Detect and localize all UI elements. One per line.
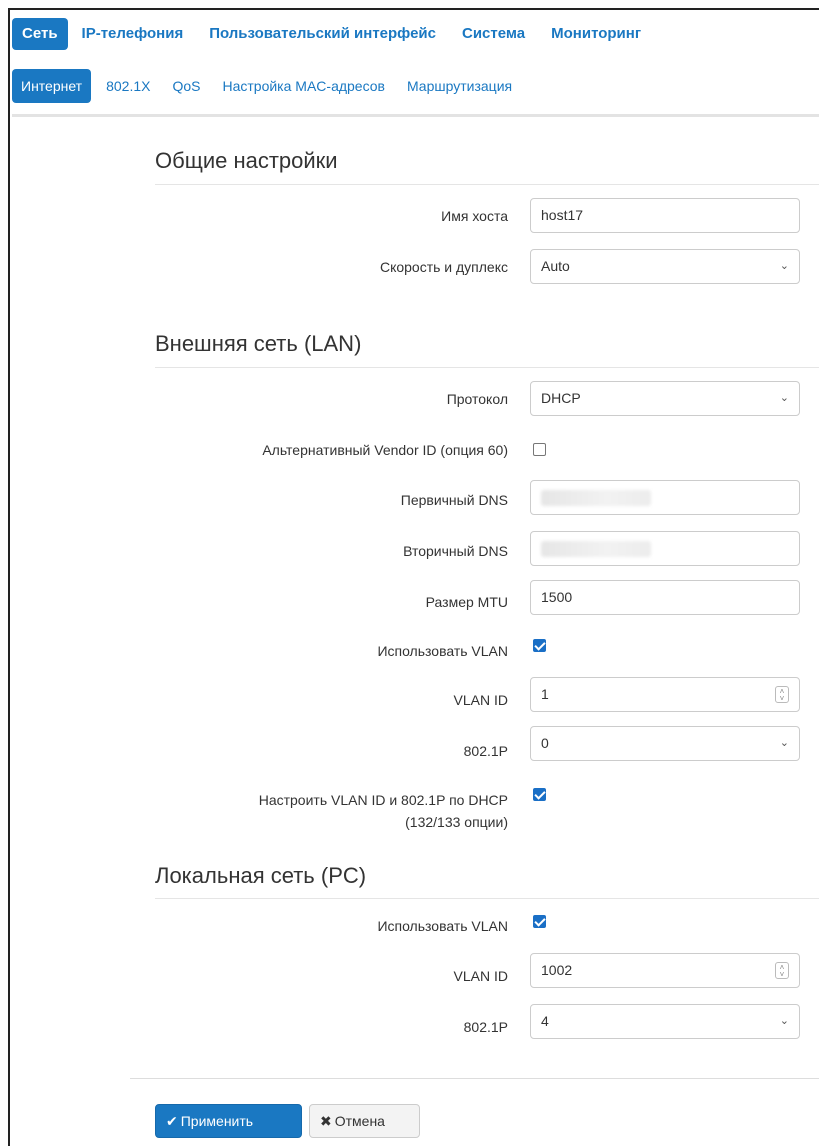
- speed-duplex-value: Auto: [541, 258, 570, 274]
- section-divider: [155, 184, 819, 185]
- tab-8021x[interactable]: 802.1X: [97, 69, 159, 103]
- secondary-dns-label: Вторичный DNS: [403, 543, 508, 559]
- wan-8021p-select[interactable]: 0 ⌄: [530, 726, 800, 761]
- lan-8021p-label: 802.1P: [463, 1019, 508, 1035]
- lan-vlan-label: Использовать VLAN: [377, 918, 508, 934]
- redacted-value: [541, 490, 651, 506]
- wan-vlan-id-input[interactable]: 1 ˄ ˅: [530, 677, 800, 712]
- mtu-value: 1500: [541, 589, 573, 605]
- lan-vlan-id-label: VLAN ID: [453, 968, 508, 984]
- apply-button[interactable]: ✔ Применить: [155, 1104, 302, 1138]
- lan-vlan-id-input[interactable]: 1002 ˄ ˅: [530, 953, 800, 988]
- tab-qos[interactable]: QoS: [163, 69, 209, 103]
- nav-system[interactable]: Система: [452, 18, 535, 50]
- vendor-id-checkbox[interactable]: [533, 443, 546, 456]
- spinner-icon[interactable]: ˄ ˅: [775, 686, 789, 703]
- subnav-divider: [12, 114, 819, 117]
- hostname-value: host17: [541, 207, 584, 223]
- speed-duplex-select[interactable]: Auto ⌄: [530, 249, 800, 284]
- spinner-icon[interactable]: ˄ ˅: [775, 962, 789, 979]
- tab-internet[interactable]: Интернет: [12, 69, 92, 103]
- lan-8021p-select[interactable]: 4 ⌄: [530, 1004, 800, 1039]
- lan-vlan-id-value: 1002: [541, 962, 573, 978]
- section-title-lan: Локальная сеть (PC): [155, 863, 367, 888]
- dhcp-vlan-label-line2: (132/133 опции): [405, 814, 508, 830]
- hostname-input[interactable]: host17: [530, 198, 800, 233]
- protocol-label: Протокол: [446, 391, 508, 407]
- protocol-select[interactable]: DHCP ⌄: [530, 381, 800, 416]
- section-title-general: Общие настройки: [155, 148, 338, 173]
- mtu-label: Размер MTU: [425, 594, 508, 610]
- chevron-down-icon: ⌄: [779, 737, 789, 749]
- nav-ip-telephony[interactable]: IP-телефония: [72, 18, 194, 50]
- speed-duplex-label: Скорость и дуплекс: [379, 259, 508, 275]
- primary-dns-label: Первичный DNS: [400, 492, 508, 508]
- cancel-label: Отмена: [334, 1113, 385, 1129]
- page-frame: Сеть IP-телефония Пользовательский интер…: [8, 8, 819, 1146]
- nav-monitoring[interactable]: Мониторинг: [541, 18, 651, 50]
- mtu-input[interactable]: 1500: [530, 580, 800, 615]
- hostname-label: Имя хоста: [441, 208, 508, 224]
- wan-vlan-id-label: VLAN ID: [453, 692, 508, 708]
- vendor-id-label: Альтернативный Vendor ID (опция 60): [262, 442, 508, 458]
- wan-8021p-value: 0: [541, 735, 549, 751]
- top-navigation: Сеть IP-телефония Пользовательский интер…: [12, 18, 819, 50]
- chevron-down-icon: ⌄: [779, 1015, 789, 1027]
- section-title-wan: Внешняя сеть (LAN): [155, 331, 362, 356]
- chevron-down-icon: ⌄: [779, 260, 789, 272]
- cancel-button[interactable]: ✖ Отмена: [309, 1104, 420, 1138]
- wan-vlan-label: Использовать VLAN: [377, 643, 508, 659]
- apply-label: Применить: [180, 1113, 254, 1129]
- dhcp-vlan-checkbox[interactable]: [533, 788, 546, 801]
- chevron-down-icon: ⌄: [779, 392, 789, 404]
- secondary-dns-input[interactable]: [530, 531, 800, 566]
- footer-divider: [130, 1078, 819, 1079]
- nav-network[interactable]: Сеть: [12, 18, 68, 50]
- redacted-value: [541, 541, 651, 557]
- wan-vlan-checkbox[interactable]: [533, 639, 546, 652]
- nav-user-interface[interactable]: Пользовательский интерфейс: [199, 18, 446, 50]
- section-divider: [155, 898, 819, 899]
- dhcp-vlan-label: Настроить VLAN ID и 802.1P по DHCP (132/…: [259, 791, 508, 831]
- lan-vlan-checkbox[interactable]: [533, 915, 546, 928]
- primary-dns-input[interactable]: [530, 480, 800, 515]
- tab-mac-settings[interactable]: Настройка MAC-адресов: [213, 69, 394, 103]
- section-divider: [155, 367, 819, 368]
- lan-8021p-value: 4: [541, 1013, 549, 1029]
- x-icon: ✖: [320, 1113, 332, 1129]
- sub-navigation: Интернет 802.1X QoS Настройка MAC-адресо…: [12, 68, 819, 104]
- wan-vlan-id-value: 1: [541, 686, 549, 702]
- wan-8021p-label: 802.1P: [463, 743, 508, 759]
- protocol-value: DHCP: [541, 390, 581, 406]
- tab-routing[interactable]: Маршрутизация: [398, 69, 521, 103]
- dhcp-vlan-label-line1: Настроить VLAN ID и 802.1P по DHCP: [258, 792, 508, 808]
- checkmark-icon: ✔: [166, 1113, 178, 1129]
